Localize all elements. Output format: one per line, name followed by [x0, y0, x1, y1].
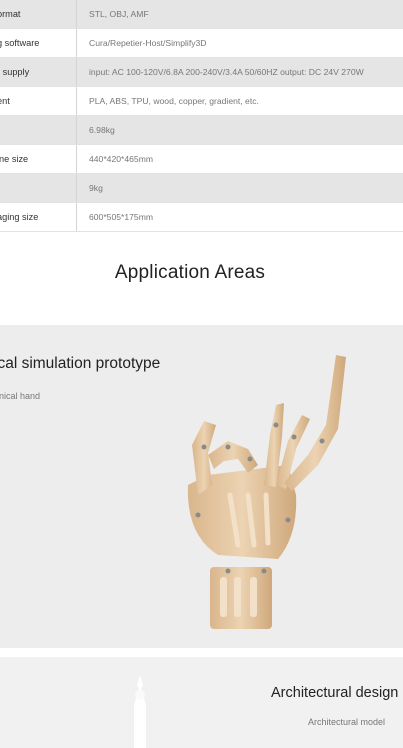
application-card-architecture: Architectural design Architectural model	[0, 657, 403, 748]
spec-key: r supply	[0, 67, 30, 77]
spec-row-format: ormat STL, OBJ, AMF	[0, 0, 403, 29]
spec-key: ent	[0, 96, 10, 106]
column-divider	[76, 29, 77, 57]
spec-row-power-supply: r supply input: AC 100-120V/6.8A 200-240…	[0, 58, 403, 87]
card-title: ical simulation prototype	[0, 355, 161, 372]
application-card-mechanical-hand: ical simulation prototype anical hand	[0, 325, 403, 648]
spec-row-software: g software Cura/Repetier-Host/Simplify3D	[0, 29, 403, 58]
spec-row-machine-size: ine size 440*420*465mm	[0, 145, 403, 174]
column-divider	[76, 174, 77, 202]
spec-value: 600*505*175mm	[89, 212, 154, 222]
column-divider	[76, 87, 77, 115]
card-subtitle: anical hand	[0, 391, 41, 401]
spec-key: g software	[0, 38, 40, 48]
spec-value: Cura/Repetier-Host/Simplify3D	[89, 38, 207, 48]
spec-key: ine size	[0, 154, 29, 164]
spec-key: aging size	[0, 212, 39, 222]
column-divider	[76, 116, 77, 144]
spec-key: ormat	[0, 9, 21, 19]
spec-row-net-weight: 6.98kg	[0, 116, 403, 145]
column-divider	[76, 203, 77, 231]
spec-value: 6.98kg	[89, 125, 115, 135]
spec-row-packaging-size: aging size 600*505*175mm	[0, 203, 403, 232]
card-title: Architectural design	[271, 685, 399, 701]
spec-table: ormat STL, OBJ, AMF g software Cura/Repe…	[0, 0, 403, 232]
printed-mechanical-hand-image	[187, 355, 346, 629]
spec-value: STL, OBJ, AMF	[89, 9, 149, 19]
card-subtitle: Architectural model	[308, 717, 386, 727]
column-divider	[76, 58, 77, 86]
column-divider	[76, 0, 77, 28]
spec-value: PLA, ABS, TPU, wood, copper, gradient, e…	[89, 96, 259, 106]
column-divider	[76, 145, 77, 173]
spec-value: 9kg	[89, 183, 103, 193]
spec-row-filament: ent PLA, ABS, TPU, wood, copper, gradien…	[0, 87, 403, 116]
spec-row-gross-weight: 9kg	[0, 174, 403, 203]
spec-value: 440*420*465mm	[89, 154, 154, 164]
section-title: Application Areas	[114, 262, 266, 283]
spec-value: input: AC 100-120V/6.8A 200-240V/3.4A 50…	[89, 67, 364, 77]
printed-architectural-model-image	[134, 675, 146, 748]
